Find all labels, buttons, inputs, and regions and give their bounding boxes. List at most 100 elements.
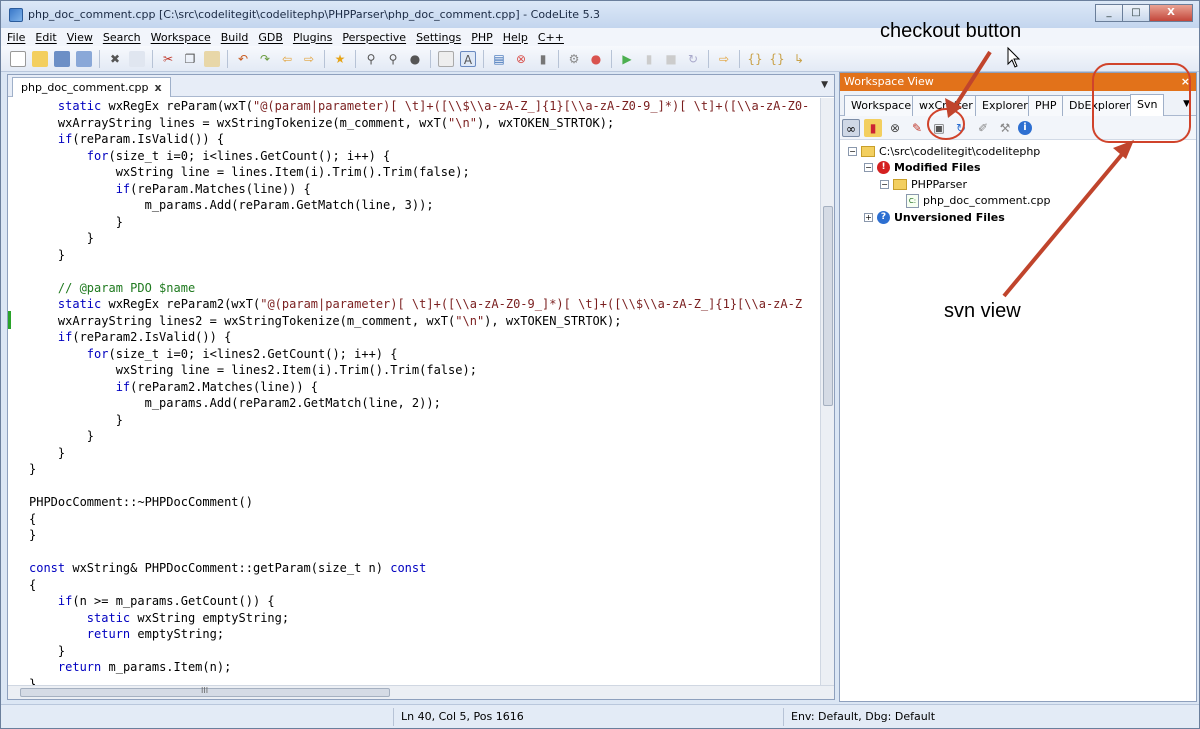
code-line: if(reParam.IsValid()) {: [57, 132, 225, 146]
run-icon[interactable]: ▶: [619, 51, 635, 67]
refresh-icon[interactable]: ↻: [952, 119, 970, 137]
workspace-view-title: Workspace View: [844, 75, 934, 88]
code-line: static wxRegEx reParam2(wxT("@(param|par…: [57, 297, 803, 311]
clean-icon[interactable]: ▮: [535, 51, 551, 67]
horizontal-scrollbar[interactable]: III: [8, 685, 834, 699]
editor-tab[interactable]: php_doc_comment.cpp x: [12, 77, 171, 97]
find-in-files-icon[interactable]: ●: [407, 51, 423, 67]
main-toolbar: ✖ ✂ ❐ ↶ ↷ ⇦ ⇨ ★ ⚲ ⚲ ● A ▤ ⊗ ▮ ⚙ ● ▶ ▮ ■ …: [1, 46, 1199, 72]
menu-build[interactable]: Build: [221, 31, 249, 44]
menu-plugins[interactable]: Plugins: [293, 31, 332, 44]
rebuild-icon[interactable]: ⚙: [566, 51, 582, 67]
code-line: wxArrayString lines2 = wxStringTokenize(…: [29, 313, 622, 328]
stop-icon[interactable]: ⊗: [886, 119, 904, 137]
save-all-icon[interactable]: [76, 50, 92, 67]
menu-settings[interactable]: Settings: [416, 31, 461, 44]
menu-php[interactable]: PHP: [471, 31, 493, 44]
menu-view[interactable]: View: [67, 31, 93, 44]
svn-view-annotation: svn view: [944, 300, 1021, 322]
settings-icon[interactable]: ⚒: [996, 119, 1014, 137]
menu-workspace[interactable]: Workspace: [151, 31, 211, 44]
svn-link-icon[interactable]: ∞: [842, 118, 860, 137]
menu-search[interactable]: Search: [103, 31, 141, 44]
tab-list-arrow-icon[interactable]: ▼: [1183, 99, 1190, 109]
word-wrap-icon[interactable]: A: [460, 50, 476, 67]
status-bar: Ln 40, Col 5, Pos 1616 Env: Default, Dbg…: [1, 704, 1199, 728]
new-file-icon[interactable]: [10, 50, 26, 67]
stop-debug-icon[interactable]: ■: [663, 51, 679, 67]
brush-icon[interactable]: ✐: [974, 119, 992, 137]
info-icon[interactable]: i: [1018, 120, 1032, 135]
open-file-icon[interactable]: [32, 50, 48, 67]
vertical-scrollbar[interactable]: [820, 98, 834, 686]
menu-perspective[interactable]: Perspective: [342, 31, 406, 44]
show-cursor-icon[interactable]: ↳: [791, 51, 807, 67]
tree-modified-files[interactable]: −! Modified Files: [848, 160, 1050, 177]
step-in-icon[interactable]: {}: [747, 51, 763, 67]
menu-edit[interactable]: Edit: [35, 31, 56, 44]
code-line: for(size_t i=0; i<lines.GetCount(); i++)…: [86, 148, 391, 163]
paste-icon[interactable]: [204, 50, 220, 67]
code-line: {: [29, 577, 37, 592]
tab-workspace[interactable]: Workspace: [844, 95, 919, 116]
clear-icon[interactable]: ✎: [908, 119, 926, 137]
tab-dbexplorer[interactable]: DbExplorer: [1062, 95, 1138, 116]
build-icon[interactable]: ▤: [491, 51, 507, 67]
tab-explorer[interactable]: Explorer: [975, 95, 1035, 116]
menu-help[interactable]: Help: [503, 31, 528, 44]
close-window-button[interactable]: X: [1149, 4, 1193, 22]
tree-root[interactable]: − C:\src\codelitegit\codelitephp: [848, 143, 1050, 160]
redo-icon[interactable]: ↷: [257, 51, 273, 67]
close-all-icon[interactable]: [129, 50, 145, 67]
window-controls: _ □ X: [1095, 4, 1193, 22]
menu-gdb[interactable]: GDB: [258, 31, 283, 44]
code-line: }: [29, 231, 95, 245]
workspace-view-panel: Workspace View × Workspace wxCrafter Exp…: [839, 72, 1197, 702]
save-icon[interactable]: [54, 50, 70, 67]
close-icon[interactable]: ✖: [107, 51, 123, 67]
code-line: return m_params.Item(n);: [57, 660, 232, 674]
forward-icon[interactable]: ⇨: [301, 51, 317, 67]
restart-icon[interactable]: ↻: [685, 51, 701, 67]
horizontal-scroll-thumb[interactable]: III: [20, 686, 390, 697]
menu-cpp[interactable]: C++: [538, 31, 564, 44]
undo-icon[interactable]: ↶: [235, 51, 251, 67]
checkout-button-annotation: checkout button: [880, 20, 1022, 42]
code-line: }: [29, 445, 66, 460]
tab-svn[interactable]: Svn: [1130, 94, 1165, 116]
bookmark-icon[interactable]: ★: [332, 51, 348, 67]
tab-php[interactable]: PHP: [1028, 95, 1064, 116]
highlight-icon[interactable]: [438, 50, 454, 67]
copy-icon[interactable]: ❐: [182, 51, 198, 67]
code-line: wxArrayString lines = wxStringTokenize(m…: [29, 115, 615, 130]
code-line: }: [29, 643, 66, 658]
code-line: PHPDocComment::~PHPDocComment(): [29, 495, 253, 509]
pause-icon[interactable]: ▮: [641, 51, 657, 67]
menu-file[interactable]: File: [7, 31, 25, 44]
maximize-button[interactable]: □: [1122, 4, 1149, 22]
stop-icon[interactable]: ⊗: [513, 51, 529, 67]
checkout-icon[interactable]: ▣: [930, 119, 948, 137]
vertical-scroll-thumb[interactable]: [823, 206, 833, 406]
find-icon[interactable]: ⚲: [363, 51, 379, 67]
tree-folder-phpparser[interactable]: − PHPParser: [848, 176, 1050, 193]
cut-icon[interactable]: ✂: [160, 51, 176, 67]
next-icon[interactable]: ⇨: [716, 51, 732, 67]
tab-close-icon[interactable]: x: [154, 81, 161, 94]
find-replace-icon[interactable]: ⚲: [385, 51, 401, 67]
code-editor: php_doc_comment.cpp x ▼ static wxRegEx re…: [7, 74, 835, 700]
code-area[interactable]: static wxRegEx reParam(wxT("@(param|para…: [8, 98, 820, 686]
step-out-icon[interactable]: {}: [769, 51, 785, 67]
tab-wxcrafter[interactable]: wxCrafter: [912, 95, 980, 116]
tree-unversioned-files[interactable]: +? Unversioned Files: [848, 209, 1050, 226]
tree-file-php-doc-comment[interactable]: C: php_doc_comment.cpp: [848, 193, 1050, 210]
back-icon[interactable]: ⇦: [279, 51, 295, 67]
svn-folder-icon[interactable]: ▮: [864, 118, 882, 137]
debug-icon[interactable]: ●: [588, 51, 604, 67]
minimize-button[interactable]: _: [1095, 4, 1122, 22]
tab-list-arrow-icon[interactable]: ▼: [821, 80, 828, 90]
svn-toolbar: ∞ ▮ ⊗ ✎ ▣ ↻ ✐ ⚒ i: [840, 116, 1196, 140]
editor-tab-label: php_doc_comment.cpp: [21, 81, 149, 94]
panel-close-icon[interactable]: ×: [1181, 73, 1190, 91]
